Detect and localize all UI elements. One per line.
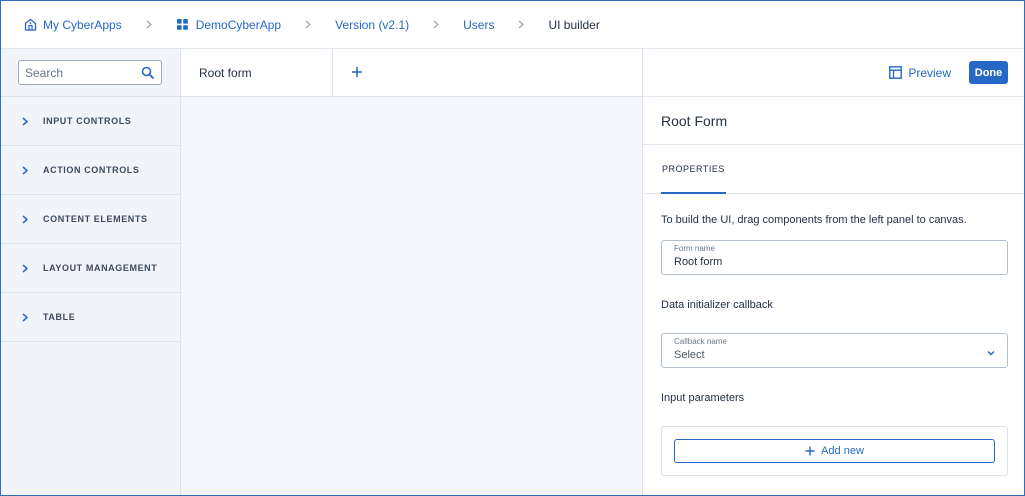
breadcrumb-label: DemoCyberApp	[195, 17, 282, 32]
chevron-right-icon	[22, 263, 30, 273]
chevron-right-icon	[22, 116, 30, 126]
preview-button[interactable]: Preview	[889, 66, 951, 80]
chevron-right-icon	[22, 214, 30, 224]
chevron-right-icon	[514, 18, 528, 32]
tab-properties[interactable]: PROPERTIES	[661, 145, 726, 194]
chevron-right-icon	[22, 165, 30, 175]
panel-title: Root Form	[643, 97, 1024, 145]
apps-grid-icon	[176, 18, 190, 32]
breadcrumb-version[interactable]: Version (v2.1)	[335, 18, 409, 32]
builder-hint: To build the UI, drag components from th…	[661, 214, 967, 226]
building-icon	[23, 18, 37, 32]
plus-icon	[805, 446, 815, 456]
category-action-controls[interactable]: ACTION CONTROLS	[1, 146, 180, 195]
category-table[interactable]: TABLE	[1, 293, 180, 342]
canvas-tab-bar: Root form	[181, 49, 642, 97]
callback-name-select[interactable]: Callback name Select	[661, 333, 1008, 368]
input-parameters-box: Add new	[661, 426, 1008, 476]
form-name-field[interactable]: Form name Root form	[661, 240, 1008, 275]
component-palette: INPUT CONTROLS ACTION CONTROLS CONTENT E…	[1, 49, 181, 495]
chevron-down-icon	[986, 346, 996, 356]
breadcrumb-label: UI builder	[548, 17, 600, 32]
callback-name-value: Select	[674, 349, 705, 361]
input-parameters-heading: Input parameters	[661, 392, 745, 404]
palette-search-bar	[1, 49, 180, 97]
plus-icon	[351, 66, 363, 81]
breadcrumb-label: Users	[463, 17, 495, 32]
ui-builder-window: My CyberApps DemoCyberApp Version (v2.1)…	[0, 0, 1025, 496]
breadcrumb-my-cyberapps[interactable]: My CyberApps	[23, 18, 122, 32]
breadcrumb-users[interactable]: Users	[463, 18, 494, 32]
properties-panel: Preview Done Root Form PROPERTIES To bui…	[642, 49, 1024, 495]
add-new-label: Add new	[821, 445, 864, 457]
form-name-label: Form name	[674, 244, 715, 253]
breadcrumb-democyberapp[interactable]: DemoCyberApp	[176, 18, 281, 32]
done-button[interactable]: Done	[969, 61, 1008, 84]
category-layout-management[interactable]: LAYOUT MANAGEMENT	[1, 244, 180, 293]
chevron-right-icon	[429, 18, 443, 32]
builder-canvas[interactable]	[181, 97, 642, 495]
search-box	[18, 60, 162, 85]
form-name-value: Root form	[674, 256, 723, 268]
data-initializer-heading: Data initializer callback	[661, 299, 773, 311]
category-input-controls[interactable]: INPUT CONTROLS	[1, 97, 180, 146]
layout-preview-icon	[889, 66, 903, 79]
category-label: CONTENT ELEMENTS	[43, 214, 148, 224]
preview-label: Preview	[908, 65, 951, 80]
breadcrumb: My CyberApps DemoCyberApp Version (v2.1)…	[1, 1, 1024, 49]
add-form-button[interactable]	[333, 49, 381, 97]
category-label: ACTION CONTROLS	[43, 165, 140, 175]
breadcrumb-label: Version (v2.1)	[335, 17, 410, 32]
category-label: LAYOUT MANAGEMENT	[43, 263, 158, 273]
chevron-right-icon	[142, 18, 156, 32]
chevron-right-icon	[22, 312, 30, 322]
search-input[interactable]	[19, 61, 131, 84]
tab-label: Root form	[199, 66, 252, 80]
chevron-right-icon	[301, 18, 315, 32]
breadcrumb-label: My CyberApps	[43, 17, 122, 32]
category-content-elements[interactable]: CONTENT ELEMENTS	[1, 195, 180, 244]
category-label: TABLE	[43, 312, 76, 322]
add-new-button[interactable]: Add new	[674, 439, 995, 463]
properties-body: To build the UI, drag components from th…	[643, 194, 1024, 476]
breadcrumb-ui-builder: UI builder	[548, 18, 599, 32]
panel-tabs: PROPERTIES	[643, 145, 1024, 194]
category-label: INPUT CONTROLS	[43, 116, 132, 126]
search-icon[interactable]	[141, 66, 155, 80]
panel-toolbar: Preview Done	[643, 49, 1024, 97]
tab-root-form[interactable]: Root form	[181, 49, 333, 97]
callback-name-label: Callback name	[674, 337, 727, 346]
